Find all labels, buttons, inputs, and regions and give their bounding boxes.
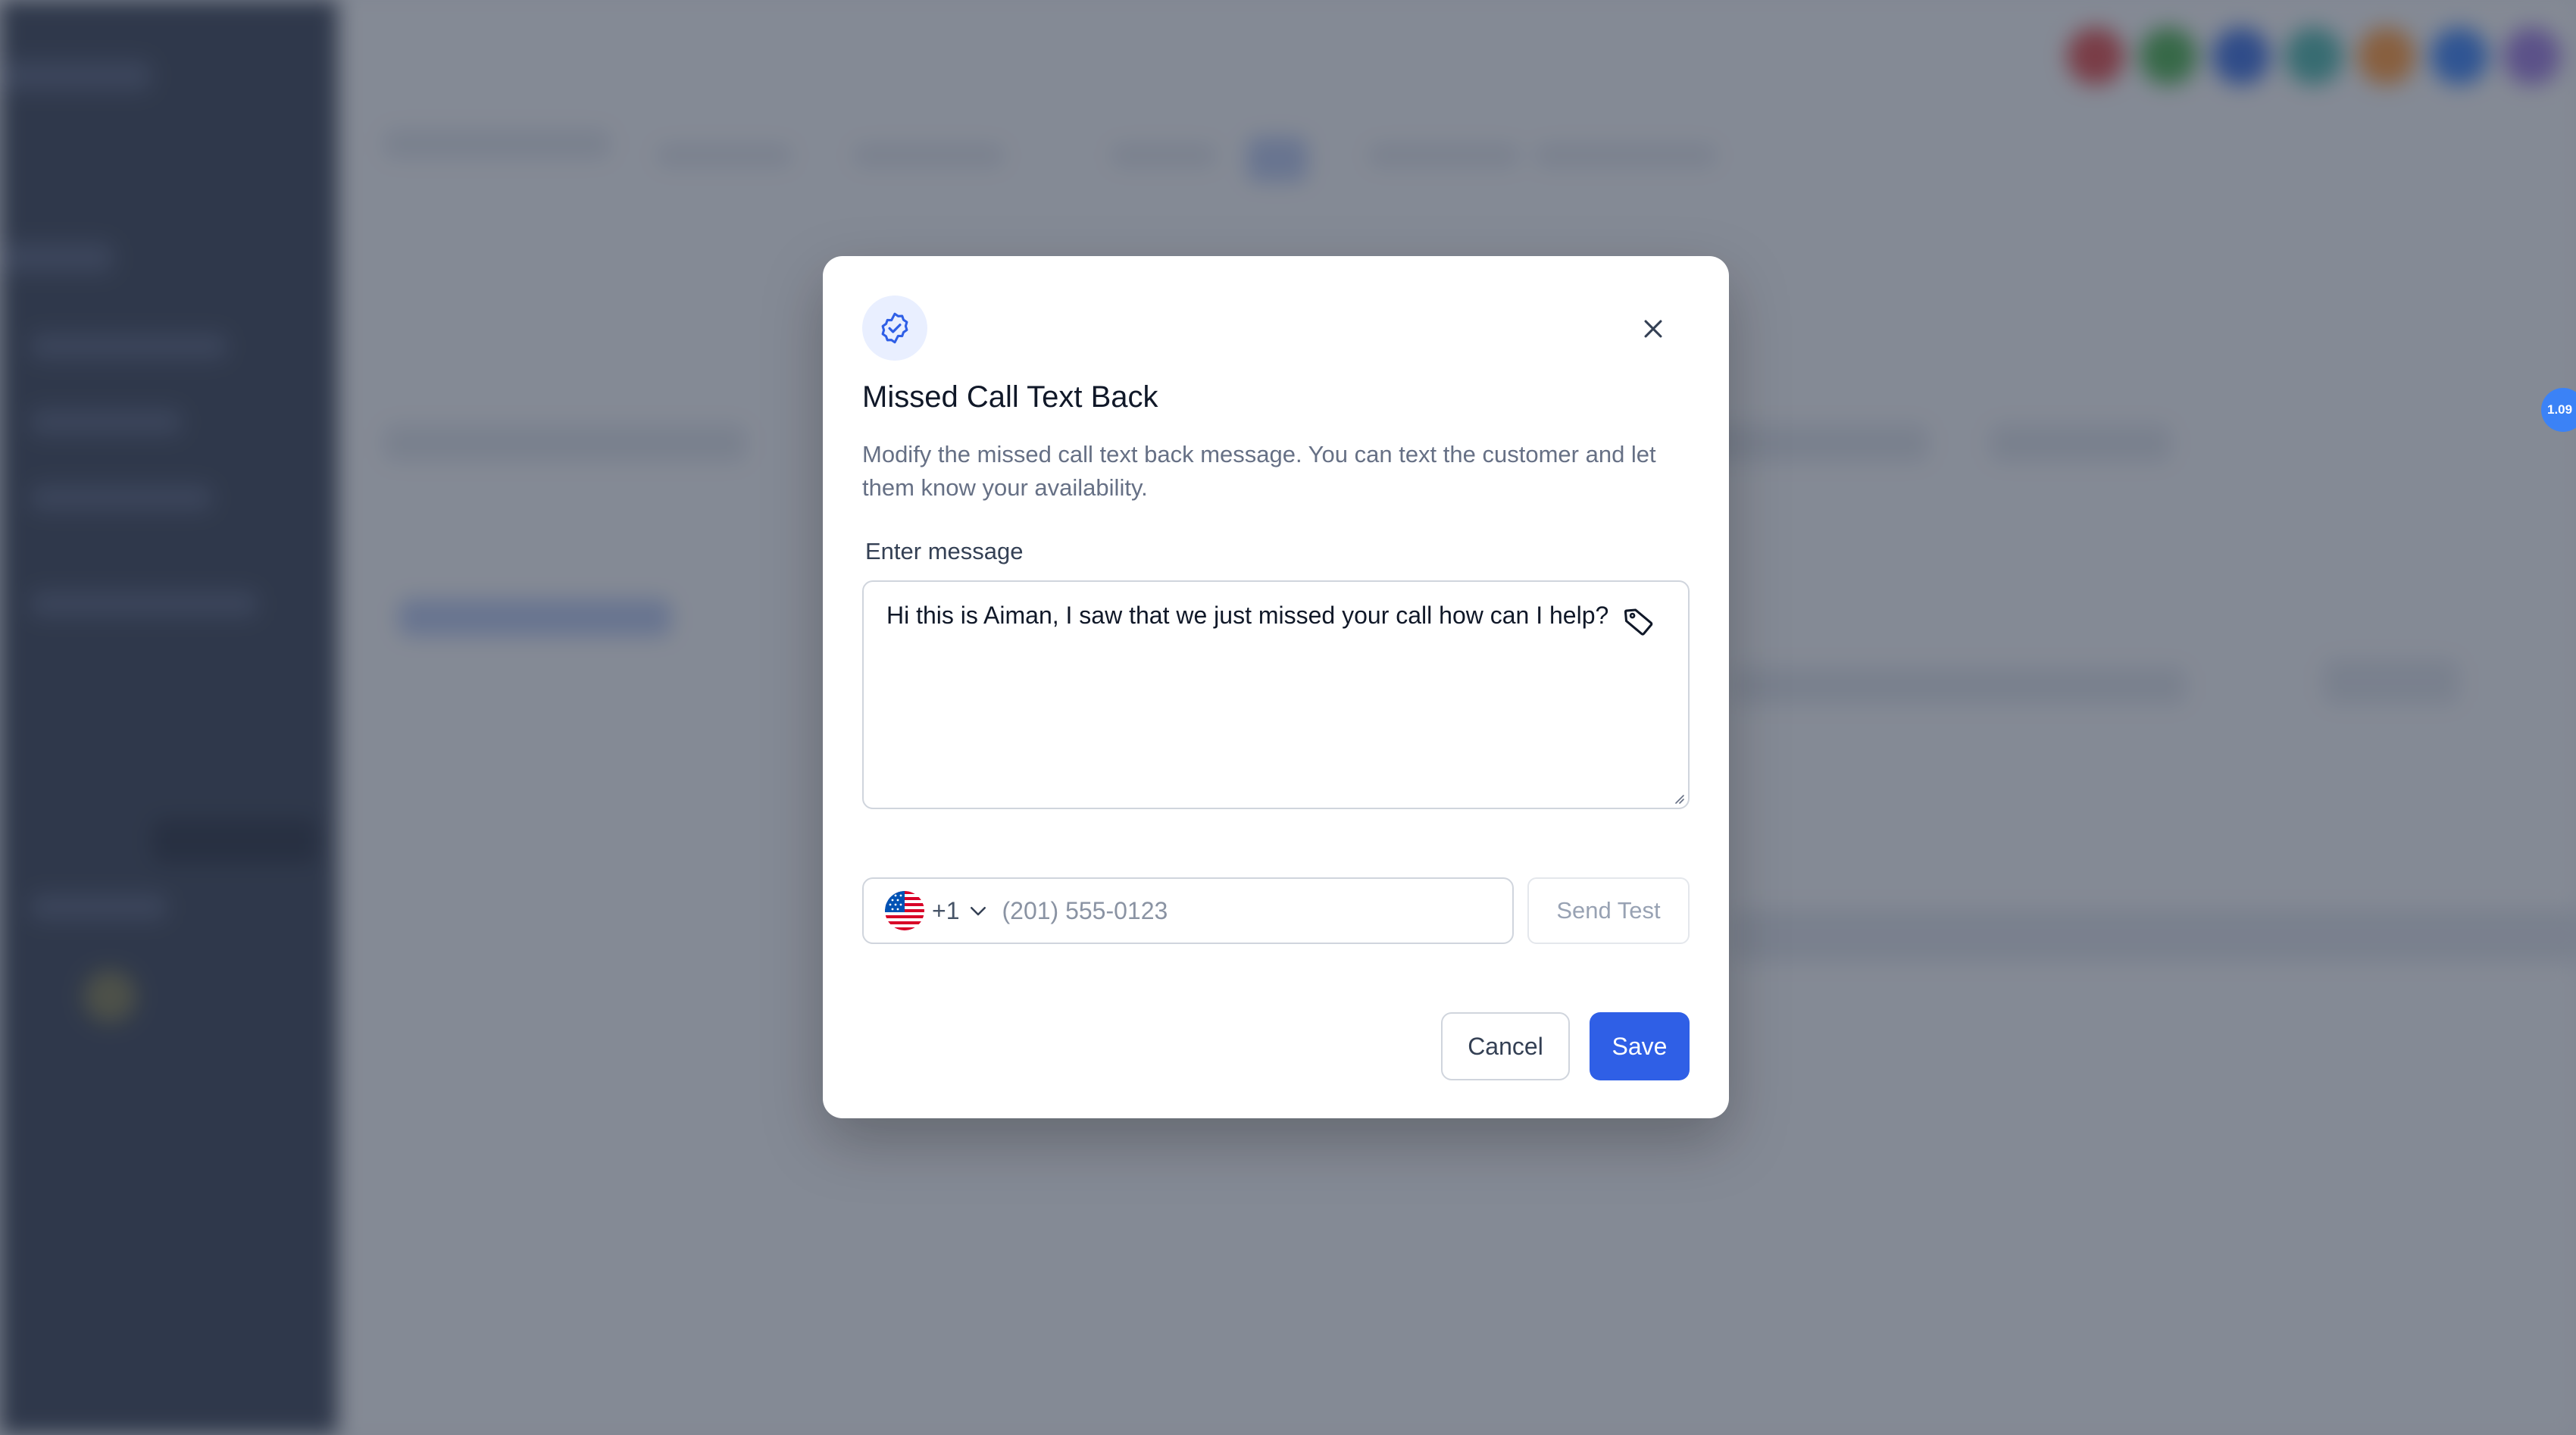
verified-badge-icon (881, 312, 908, 344)
message-text[interactable]: Hi this is Aiman, I saw that we just mis… (886, 599, 1644, 632)
modal-title: Missed Call Text Back (862, 380, 1158, 414)
save-button[interactable]: Save (1590, 1012, 1690, 1080)
chevron-down-icon (971, 907, 986, 916)
message-label: Enter message (865, 538, 1024, 564)
side-badge-text: 1.09 (2547, 402, 2573, 417)
close-icon (1644, 320, 1662, 338)
us-flag-icon (885, 891, 924, 930)
resize-handle-icon[interactable] (1671, 791, 1685, 805)
phone-number-input[interactable] (1000, 896, 1512, 926)
phone-field: +1 (862, 877, 1514, 944)
modal-icon-circle (862, 295, 927, 361)
send-test-button[interactable]: Send Test (1527, 877, 1690, 944)
modal-description: Modify the missed call text back message… (862, 441, 1656, 501)
cancel-button[interactable]: Cancel (1441, 1012, 1570, 1080)
close-button[interactable] (1632, 308, 1674, 350)
country-code-select[interactable]: +1 (864, 879, 1000, 943)
tag-icon[interactable] (1621, 605, 1656, 639)
missed-call-text-back-modal: Missed Call Text Back Modify the missed … (823, 256, 1729, 1118)
dial-code: +1 (932, 896, 960, 924)
message-textarea[interactable]: Hi this is Aiman, I saw that we just mis… (862, 580, 1690, 809)
